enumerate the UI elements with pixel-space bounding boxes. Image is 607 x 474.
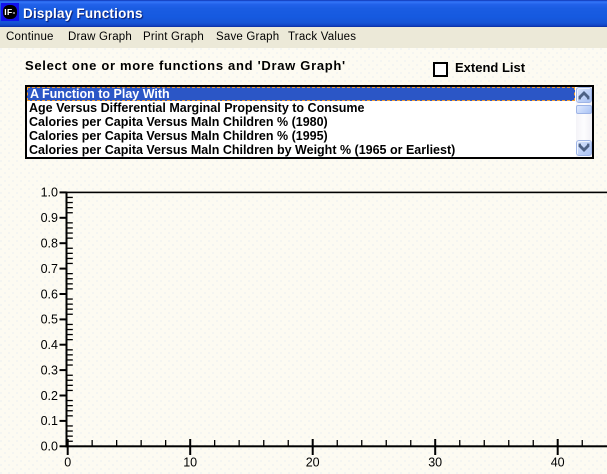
svg-text:10: 10 (183, 455, 197, 469)
svg-text:0.4: 0.4 (41, 338, 58, 352)
svg-text:30: 30 (428, 455, 442, 469)
svg-text:0.0: 0.0 (41, 440, 58, 454)
svg-text:0.6: 0.6 (41, 287, 58, 301)
svg-text:0.2: 0.2 (41, 389, 58, 403)
svg-text:0.1: 0.1 (41, 414, 58, 428)
svg-text:1.0: 1.0 (41, 186, 58, 200)
svg-text:0.8: 0.8 (41, 237, 58, 251)
svg-text:0.9: 0.9 (41, 211, 58, 225)
svg-text:0.7: 0.7 (41, 262, 58, 276)
svg-text:0.5: 0.5 (41, 313, 58, 327)
svg-text:40: 40 (551, 455, 565, 469)
svg-text:0.3: 0.3 (41, 363, 58, 377)
svg-text:0: 0 (64, 455, 71, 469)
svg-text:20: 20 (306, 455, 320, 469)
